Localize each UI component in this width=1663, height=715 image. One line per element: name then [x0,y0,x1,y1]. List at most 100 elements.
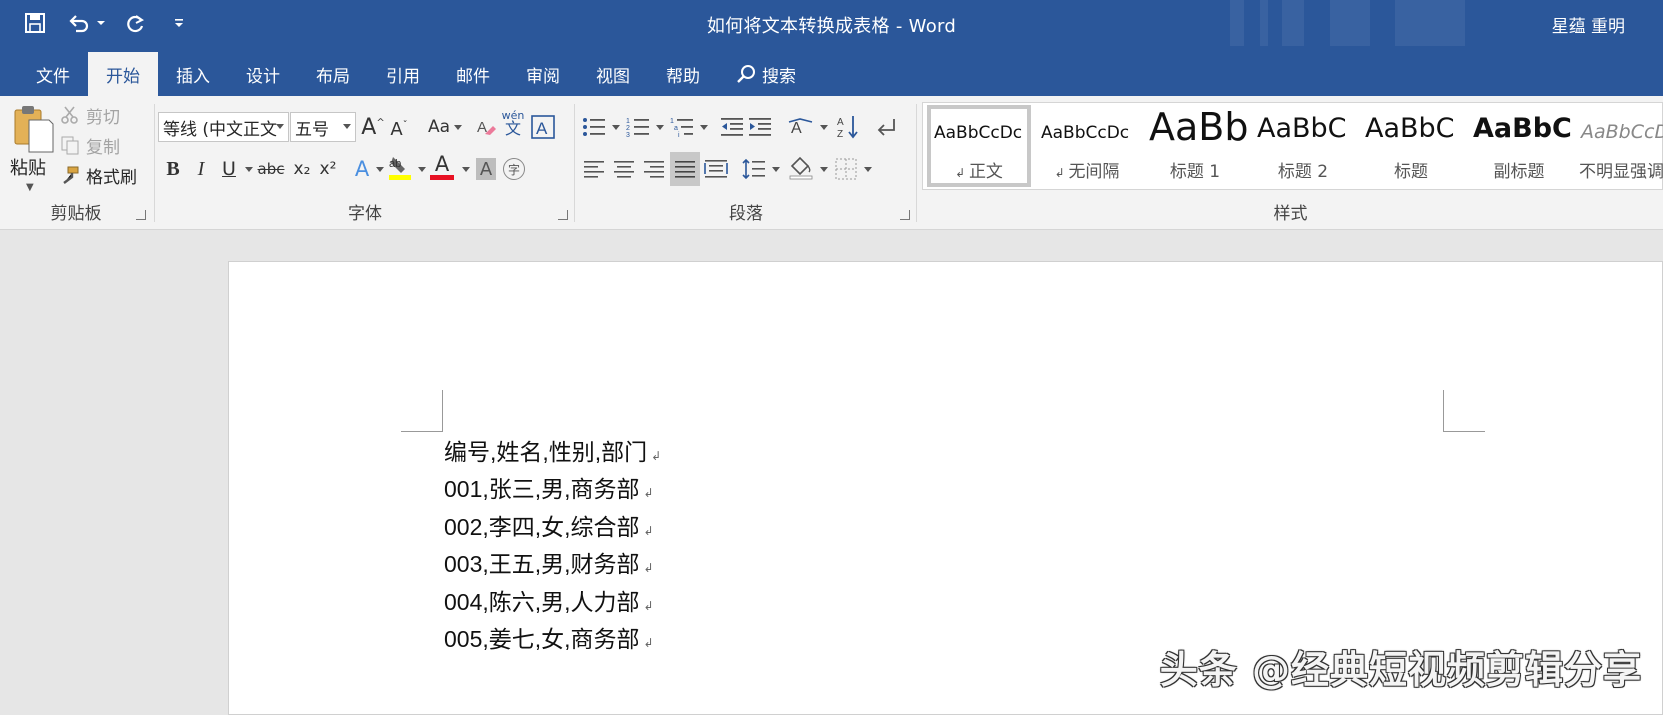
phonetic-guide-button[interactable]: wén 文 [500,108,526,138]
tab-view[interactable]: 视图 [578,52,648,96]
text-effects-dropdown-icon[interactable] [372,154,384,184]
document-line[interactable]: 004,陈六,男,人力部 ↲ [444,584,661,621]
highlight-dropdown-icon[interactable] [414,154,426,184]
paragraph-mark: ↲ [643,635,654,650]
numbering-button[interactable]: 123 [624,112,652,142]
sort-button[interactable]: AZ [834,112,862,142]
clipboard-launcher-icon[interactable] [136,210,146,220]
copy-button[interactable]: 复制 [60,132,120,158]
underline-dropdown-icon[interactable] [240,154,254,184]
text-direction-icon: A [788,118,813,137]
superscript-button[interactable]: x² [316,154,340,184]
align-center-button[interactable] [610,154,638,184]
sort-icon: AZ [837,116,858,140]
align-right-icon [644,161,664,178]
paragraph-mark-icon [877,119,895,136]
margin-corner-top-right [1443,390,1485,432]
tab-mailings[interactable]: 邮件 [438,52,508,96]
group-clipboard: 粘贴 ▼ 剪切 复制 格式刷 剪贴板 [0,96,152,230]
distributed-button[interactable] [702,154,730,184]
shading-button[interactable] [786,152,816,182]
format-painter-button[interactable]: 格式刷 [60,162,137,188]
shrink-font-button[interactable]: Aˇ [386,114,412,144]
underline-button[interactable]: U [218,154,240,184]
align-right-button[interactable] [640,154,668,184]
decrease-indent-icon [721,118,743,136]
subscript-button[interactable]: x₂ [290,154,314,184]
line-spacing-dropdown-icon[interactable] [768,154,780,184]
document-body[interactable]: 编号,姓名,性别,部门 ↲ 001,张三,男,商务部 ↲ 002,李四,女,综合部 ↲… [444,434,661,658]
clear-formatting-button[interactable]: A [474,112,498,142]
cut-button[interactable]: 剪切 [60,102,120,128]
text-direction-button[interactable]: A [786,112,816,142]
font-size-combo[interactable]: 五号 [290,112,356,142]
grow-font-button[interactable]: A^ [360,112,386,142]
paste-label: 粘贴 [10,158,46,179]
title-bar: 如何将文本转换成表格 - Word 星蕴 重明 [0,0,1663,46]
cut-label: 剪切 [86,107,120,128]
change-case-dropdown-icon [454,124,463,130]
highlight-button[interactable]: ab [386,152,414,182]
document-line[interactable]: 003,王五,男,财务部 ↲ [444,546,661,583]
text-effects-button[interactable]: A [350,154,374,184]
justify-button[interactable] [670,152,700,186]
paste-icon [14,106,54,153]
italic-button[interactable]: I [190,154,212,184]
font-size-dropdown-icon[interactable] [343,124,351,129]
svg-text:A: A [536,119,548,138]
increase-indent-button[interactable] [746,112,774,142]
document-line[interactable]: 002,李四,女,综合部 ↲ [444,509,661,546]
tab-layout[interactable]: 布局 [298,52,368,96]
character-border-button[interactable]: A [530,112,556,142]
align-left-button[interactable] [580,154,608,184]
tab-insert[interactable]: 插入 [158,52,228,96]
paste-dropdown-icon[interactable]: ▼ [26,182,34,193]
font-name-combo[interactable]: 等线 (中文正文 [158,112,289,142]
justify-icon [675,161,695,178]
document-line[interactable]: 编号,姓名,性别,部门 ↲ [444,434,661,471]
paragraph-mark: ↲ [643,598,654,613]
tab-references[interactable]: 引用 [368,52,438,96]
document-line[interactable]: 005,姜七,女,商务部 ↲ [444,621,661,658]
format-painter-label: 格式刷 [86,167,137,188]
character-shading-button[interactable]: A [474,154,498,184]
decrease-indent-button[interactable] [718,112,746,142]
tab-home[interactable]: 开始 [88,52,158,96]
copy-label: 复制 [86,137,120,158]
borders-button[interactable] [832,154,860,184]
enclose-characters-button[interactable]: 字 [500,154,528,184]
font-color-dropdown-icon[interactable] [458,154,470,184]
tab-file[interactable]: 文件 [18,52,88,96]
svg-text:ab: ab [389,158,401,170]
char-shading-label: A [476,158,496,180]
line-spacing-button[interactable] [740,154,768,184]
paragraph-launcher-icon[interactable] [900,210,910,220]
show-formatting-marks-button[interactable] [872,112,900,142]
tab-help[interactable]: 帮助 [648,52,718,96]
tab-review[interactable]: 审阅 [508,52,578,96]
font-name-dropdown-icon[interactable] [276,124,284,129]
shrink-font-icon: Aˇ [390,118,408,140]
document-line[interactable]: 001,张三,男,商务部 ↲ [444,471,661,508]
tab-design[interactable]: 设计 [228,52,298,96]
borders-dropdown-icon[interactable] [860,154,872,184]
text-direction-dropdown-icon[interactable] [816,112,828,142]
bullets-dropdown-icon[interactable] [608,112,620,142]
bullets-button[interactable] [580,112,608,142]
bold-button[interactable]: B [162,154,184,184]
paragraph-mark: ↲ [643,561,654,576]
document-page[interactable]: 编号,姓名,性别,部门 ↲ 001,张三,男,商务部 ↲ 002,李四,女,综合部 ↲… [228,261,1663,715]
font-color-swatch [430,175,454,180]
shading-dropdown-icon[interactable] [816,154,828,184]
font-color-button[interactable]: A [428,152,456,182]
font-launcher-icon[interactable] [558,210,568,220]
strikethrough-button[interactable]: abc [256,154,286,184]
distributed-icon [704,160,728,178]
multilevel-list-button[interactable]: 1ai [668,112,696,142]
tab-search[interactable]: 搜索 [718,52,814,96]
increase-indent-icon [749,118,771,136]
user-name[interactable]: 星蕴 重明 [1552,12,1625,37]
numbering-dropdown-icon[interactable] [652,112,664,142]
change-case-button[interactable]: Aa [424,112,466,142]
multilevel-list-dropdown-icon[interactable] [696,112,708,142]
